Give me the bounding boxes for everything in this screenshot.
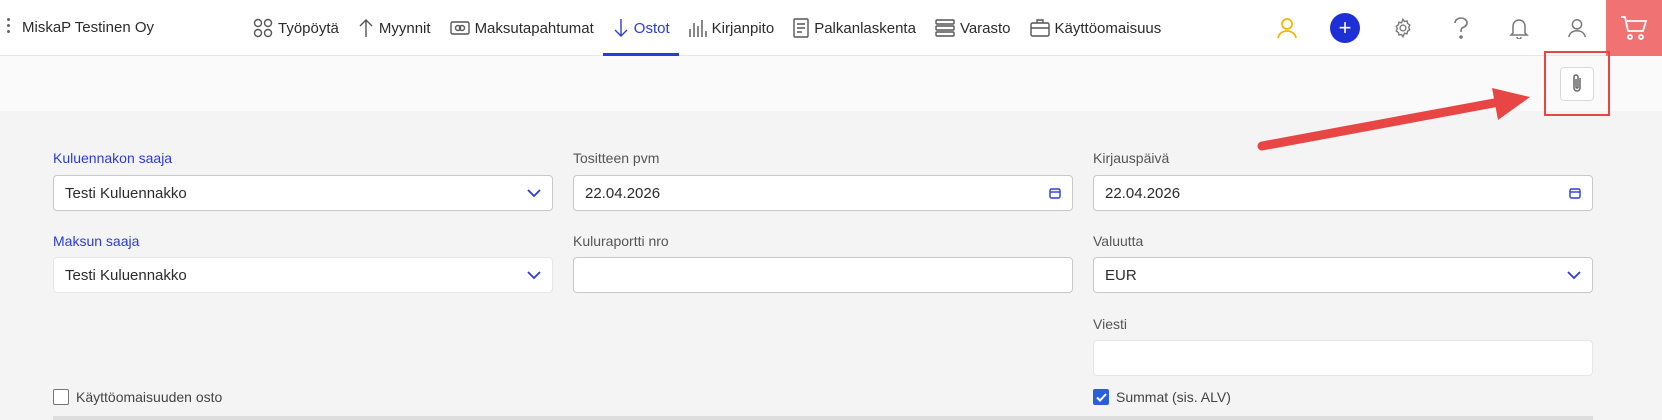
posting-date-value: 22.04.2026 bbox=[1105, 184, 1181, 202]
nav-label: Palkanlaskenta bbox=[814, 19, 916, 37]
voucher-date-label: Tositteen pvm bbox=[573, 150, 660, 166]
plus-icon: + bbox=[1330, 13, 1360, 43]
menu-dots-icon[interactable] bbox=[7, 18, 11, 36]
nav-myynnit[interactable]: Myynnit bbox=[348, 0, 440, 56]
payee-label: Maksun saaja bbox=[53, 233, 140, 249]
payee-select[interactable]: Testi Kuluennakko bbox=[53, 257, 553, 293]
currency-label: Valuutta bbox=[1093, 233, 1144, 249]
payroll-icon bbox=[793, 18, 809, 38]
expense-recipient-value: Testi Kuluennakko bbox=[65, 184, 187, 202]
annotation-highlight-box bbox=[1544, 51, 1610, 116]
document-toolbar bbox=[0, 56, 1662, 111]
currency-select[interactable]: EUR bbox=[1093, 257, 1593, 293]
nav-label: Käyttöomaisuus bbox=[1054, 19, 1162, 37]
message-input[interactable] bbox=[1093, 340, 1593, 376]
payments-icon bbox=[449, 21, 470, 35]
user-icon bbox=[1568, 19, 1586, 38]
chevron-down-icon bbox=[527, 271, 541, 280]
nav-label: Myynnit bbox=[378, 19, 431, 37]
arrow-down-icon bbox=[614, 19, 628, 37]
sums-incl-vat-label: Summat (sis. ALV) bbox=[1116, 389, 1231, 405]
nav-ostot[interactable]: Ostot bbox=[602, 0, 679, 56]
question-icon bbox=[1454, 17, 1468, 39]
voucher-date-value: 22.04.2026 bbox=[585, 184, 661, 202]
assets-icon bbox=[1029, 19, 1050, 37]
expense-recipient-select[interactable]: Testi Kuluennakko bbox=[53, 175, 553, 211]
notifications-button[interactable] bbox=[1490, 0, 1548, 56]
nav-label: Työpöytä bbox=[278, 19, 339, 37]
calendar-icon bbox=[1569, 188, 1581, 199]
posting-date-label: Kirjauspäivä bbox=[1093, 150, 1170, 166]
nav-palkanlaskenta[interactable]: Palkanlaskenta bbox=[783, 0, 925, 56]
nav-varasto[interactable]: Varasto bbox=[925, 0, 1020, 56]
settings-button[interactable] bbox=[1374, 0, 1432, 56]
gear-icon bbox=[1395, 17, 1411, 39]
message-label: Viesti bbox=[1093, 316, 1127, 332]
sums-incl-vat-checkbox-row[interactable]: Summat (sis. ALV) bbox=[1093, 389, 1231, 405]
inventory-icon bbox=[935, 19, 955, 37]
expense-report-input[interactable] bbox=[573, 257, 1073, 293]
chevron-down-icon bbox=[527, 189, 541, 198]
table-header-strip bbox=[53, 416, 1593, 420]
add-new-button[interactable]: + bbox=[1316, 0, 1374, 56]
chevron-down-icon bbox=[1567, 271, 1581, 280]
header-actions: + bbox=[1258, 0, 1662, 56]
nav-kirjanpito[interactable]: Kirjanpito bbox=[679, 0, 784, 56]
voucher-date-input[interactable]: 22.04.2026 bbox=[573, 175, 1073, 211]
main-nav: Työpöytä Myynnit Maksutapahtumat Ostot K… bbox=[243, 0, 1170, 56]
dashboard-icon bbox=[253, 18, 273, 38]
nav-label: Ostot bbox=[633, 19, 670, 37]
nav-label: Maksutapahtumat bbox=[474, 19, 594, 37]
profile-button[interactable] bbox=[1548, 0, 1606, 56]
bookkeeping-icon bbox=[688, 20, 707, 37]
top-navigation-bar: MiskaP Testinen Oy Työpöytä Myynnit Maks… bbox=[0, 0, 1662, 56]
nav-kayttoomaisuus[interactable]: Käyttöomaisuus bbox=[1020, 0, 1171, 56]
expense-recipient-label: Kuluennakon saaja bbox=[53, 150, 173, 166]
sums-incl-vat-checkbox[interactable] bbox=[1093, 389, 1109, 405]
calendar-icon bbox=[1049, 188, 1061, 199]
asset-purchase-checkbox-row[interactable]: Käyttöomaisuuden osto bbox=[53, 389, 222, 405]
nav-tyopoyta[interactable]: Työpöytä bbox=[243, 0, 348, 56]
nav-label: Kirjanpito bbox=[711, 19, 775, 37]
checkmark-icon bbox=[1095, 392, 1107, 402]
company-name[interactable]: MiskaP Testinen Oy bbox=[22, 19, 154, 36]
payee-value: Testi Kuluennakko bbox=[65, 266, 187, 284]
cart-icon bbox=[1621, 16, 1648, 40]
arrow-up-icon bbox=[359, 19, 373, 37]
nav-label: Varasto bbox=[959, 19, 1011, 37]
nav-maksutapahtumat[interactable]: Maksutapahtumat bbox=[440, 0, 603, 56]
help-button[interactable] bbox=[1432, 0, 1490, 56]
posting-date-input[interactable]: 22.04.2026 bbox=[1093, 175, 1593, 211]
user-yellow-icon bbox=[1277, 18, 1297, 39]
expense-report-label: Kuluraportti nro bbox=[573, 233, 669, 249]
asset-purchase-label: Käyttöomaisuuden osto bbox=[76, 389, 223, 405]
bell-icon bbox=[1509, 19, 1529, 39]
cart-button[interactable] bbox=[1606, 0, 1662, 56]
user-switch-button[interactable] bbox=[1258, 0, 1316, 56]
asset-purchase-checkbox[interactable] bbox=[53, 389, 69, 405]
currency-value: EUR bbox=[1105, 266, 1137, 284]
